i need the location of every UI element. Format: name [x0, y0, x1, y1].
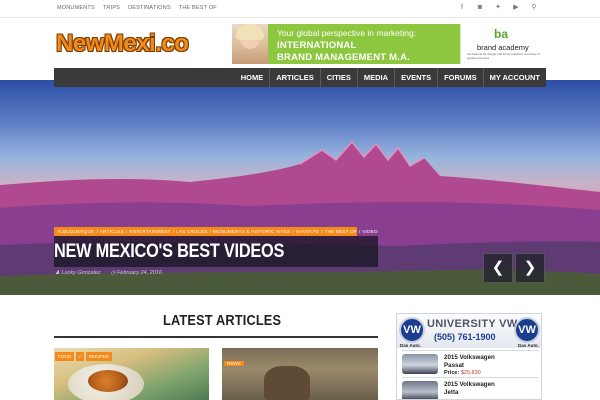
car-title-line2: Jetta	[444, 389, 459, 396]
tag-separator: /	[125, 229, 128, 234]
car-photo	[402, 381, 438, 399]
tag-news[interactable]: NEWS	[224, 361, 244, 366]
ad-brand-panel: ba brand academy hochschule für design u…	[460, 24, 546, 64]
car-price: Price: $25,830	[444, 370, 481, 376]
car-listing[interactable]: 2015 Volkswagen Passat Price: $25,830	[402, 350, 538, 376]
vw-logo-left: VW	[399, 317, 425, 343]
nav-articles[interactable]: ARTICLES	[269, 68, 320, 87]
slider-arrows: ❮ ❯	[483, 253, 545, 283]
logo-text: NewMexi.co	[56, 30, 189, 57]
tag-separator: /	[209, 229, 211, 234]
hero-meta: ♟ Lucky Gonzalez ◷ February 24, 2016	[55, 270, 162, 276]
tag-santa-fe[interactable]: SANTA FE	[296, 229, 319, 234]
nav-events[interactable]: EVENTS	[394, 68, 437, 87]
top-nav-monuments[interactable]: MONUMENTS	[57, 5, 95, 11]
top-nav-destinations[interactable]: DESTINATIONS	[128, 5, 171, 11]
tag-recipes[interactable]: RECIPES	[85, 352, 112, 361]
vw-logo-right: VW	[514, 317, 540, 343]
youtube-icon[interactable]: ▶	[512, 4, 520, 12]
prev-slide-button[interactable]: ❮	[483, 253, 513, 283]
tag-entertainment[interactable]: ENTERTAINMENT	[129, 229, 170, 234]
nav-cities[interactable]: CITIES	[319, 68, 357, 87]
car-title-line1: 2015 Volkswagen	[444, 354, 495, 361]
latest-articles-heading: LATEST ARTICLES	[163, 313, 282, 329]
ad-tagline: Your global perspective in marketing:	[277, 28, 417, 38]
dealer-ad-header: VW UNIVERSITY VW (505) 761-1900 VW Das A…	[397, 314, 541, 348]
tag-separator: /	[76, 352, 84, 361]
dealer-ad[interactable]: VW UNIVERSITY VW (505) 761-1900 VW Das A…	[396, 313, 542, 400]
article-card-tags: FOOD / RECIPES	[55, 352, 112, 361]
instagram-icon[interactable]: ◙	[476, 4, 484, 12]
ad-headline-2: BRAND MANAGEMENT M.A.	[277, 52, 410, 63]
article-card-tags: NEWS	[224, 352, 244, 366]
das-auto-left: Das Auto.	[400, 343, 421, 348]
top-nav-the-best-of[interactable]: THE BEST OF	[179, 5, 217, 11]
tag-the-best-of[interactable]: THE BEST OF	[325, 229, 357, 234]
twitter-icon[interactable]: ✦	[494, 4, 502, 12]
car-title-line2: Passat	[444, 362, 464, 369]
article-card-news-image[interactable]	[222, 348, 378, 400]
tag-separator: /	[292, 229, 294, 234]
hero-title[interactable]: NEW MEXICO'S BEST VIDEOS	[54, 241, 284, 263]
tag-separator: /	[172, 229, 175, 234]
tag-video[interactable]: VIDEO	[362, 229, 377, 234]
ad-headline-1: INTERNATIONAL	[277, 40, 357, 51]
dealer-phone: (505) 761-1900	[434, 332, 496, 342]
nav-home[interactable]: HOME	[235, 68, 270, 87]
price-label: Price:	[444, 370, 460, 376]
nav-media[interactable]: MEDIA	[356, 68, 394, 87]
top-nav-trips[interactable]: TRIPS	[103, 5, 120, 11]
das-auto-right: Das Auto.	[518, 343, 539, 348]
ad-portrait-image	[232, 24, 268, 64]
heading-divider	[54, 336, 378, 338]
car-title: 2015 Volkswagen Jetta	[444, 381, 495, 397]
price-value: $25,830	[460, 370, 481, 376]
search-icon[interactable]: ⚲	[530, 4, 538, 12]
car-title: 2015 Volkswagen Passat	[444, 354, 495, 370]
elk-graphic	[264, 366, 310, 400]
date-text: February 24, 2016	[116, 270, 162, 276]
tag-articles[interactable]: ARTICLES	[100, 229, 124, 234]
tag-separator: /	[358, 229, 361, 234]
tag-separator: /	[321, 229, 323, 234]
hero-author[interactable]: ♟ Lucky Gonzalez	[55, 270, 101, 276]
social-icons: f ◙ ✦ ▶ ⚲	[458, 4, 538, 12]
dealer-name: UNIVERSITY VW	[427, 318, 518, 330]
ad-brand-mark: ba	[494, 27, 509, 41]
banner-ad[interactable]: Your global perspective in marketing: IN…	[232, 24, 546, 64]
next-slide-button[interactable]: ❯	[515, 253, 545, 283]
facebook-icon[interactable]: f	[458, 4, 466, 12]
ad-brand-subtitle: hochschule für design und kommunikation …	[467, 52, 540, 60]
car-photo	[402, 354, 438, 374]
top-nav: MONUMENTS TRIPS DESTINATIONS THE BEST OF	[57, 5, 217, 11]
tag-las-cruces[interactable]: LAS CRUCES	[176, 229, 207, 234]
car-listing[interactable]: 2015 Volkswagen Jetta	[402, 377, 538, 399]
tag-separator: /	[96, 229, 98, 234]
tag-albuquerque[interactable]: ALBUQUERQUE	[57, 229, 94, 234]
ad-brand-name: brand academy	[477, 43, 529, 52]
tag-monuments[interactable]: MONUMENTS & HISTORIC SITES	[213, 229, 290, 234]
hero-date: ◷ February 24, 2016	[110, 270, 162, 276]
nav-my-account[interactable]: MY ACCOUNT	[482, 68, 546, 87]
main-nav: HOME ARTICLES CITIES MEDIA EVENTS FORUMS…	[54, 68, 546, 87]
tag-food[interactable]: FOOD	[55, 352, 75, 361]
top-bar: MONUMENTS TRIPS DESTINATIONS THE BEST OF…	[0, 0, 600, 18]
nav-forums[interactable]: FORUMS	[437, 68, 483, 87]
author-name: Lucky Gonzalez	[61, 270, 101, 276]
car-title-line1: 2015 Volkswagen	[444, 381, 495, 388]
food-graphic	[88, 370, 128, 392]
hero-category-tags: ALBUQUERQUE / ARTICLES / ENTERTAINMENT /…	[54, 227, 378, 236]
site-logo[interactable]: NewMexi.co	[56, 31, 222, 57]
